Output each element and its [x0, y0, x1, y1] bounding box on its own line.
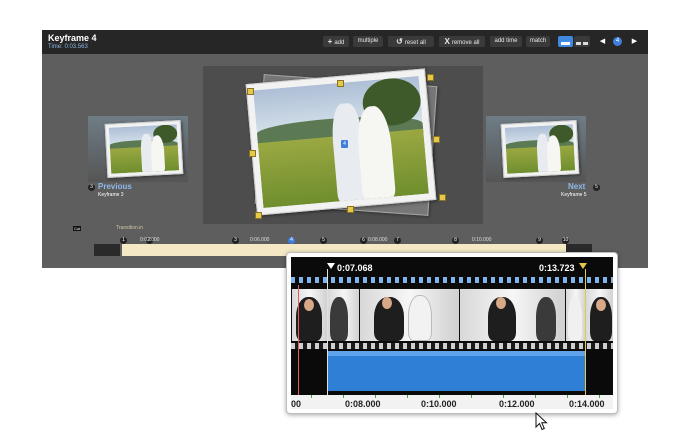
- resize-handle-bottom[interactable]: [347, 206, 354, 213]
- watermark-text: Transition.in: [116, 225, 144, 231]
- keyframe-dot[interactable]: 10: [562, 237, 569, 244]
- scale-label: 0:10.000: [421, 399, 457, 409]
- clip-end-line[interactable]: [585, 269, 586, 395]
- film-sprockets-bottom: [291, 343, 613, 349]
- clip-start-time: 0:07.068: [337, 263, 373, 273]
- video-frame: [565, 289, 586, 341]
- resize-handle-right[interactable]: [433, 136, 440, 143]
- clip-start-line[interactable]: [327, 269, 328, 395]
- resize-handle-bottom-right[interactable]: [439, 194, 446, 201]
- next-link[interactable]: Next: [568, 182, 585, 191]
- keyframe-dot[interactable]: 5: [320, 237, 327, 244]
- multiple-button[interactable]: multiple: [353, 36, 383, 47]
- add-button[interactable]: + add: [323, 36, 349, 47]
- previous-thumbnail: [104, 120, 184, 178]
- selected-clip-highlight: [327, 351, 585, 356]
- mouse-pointer-icon: [535, 412, 548, 431]
- scale-label: 0:14.000: [569, 399, 605, 409]
- keyframe-dot[interactable]: 3: [232, 237, 239, 244]
- preview-stage: 3 Previous Keyframe 3 Next 5 Keyframe 5: [42, 54, 648, 268]
- wedding-photo: [504, 124, 576, 174]
- keyframe-dot[interactable]: 8: [452, 237, 459, 244]
- next-badge: 5: [593, 184, 600, 191]
- keyframe-dot[interactable]: 7: [394, 237, 401, 244]
- split-view-icon: [576, 42, 588, 45]
- ruler-label: 0:10.000: [472, 237, 492, 243]
- time-scale: 00 0:08.000 0:10.000 0:12.000 0:14.000: [291, 395, 613, 409]
- current-time-readout: Time: 0:03.563: [48, 44, 88, 50]
- undo-icon: ↺: [396, 37, 403, 46]
- resize-handle-left[interactable]: [249, 150, 256, 157]
- resize-handle-top[interactable]: [337, 80, 344, 87]
- selected-clip-bar[interactable]: [327, 351, 585, 391]
- plus-icon: +: [327, 37, 333, 46]
- keyframe-dot[interactable]: 1: [120, 237, 127, 244]
- video-frame: [585, 289, 613, 341]
- view-single-button[interactable]: [558, 36, 573, 47]
- previous-badge: 3: [88, 184, 95, 191]
- keyframe-dot-current[interactable]: 4: [288, 237, 295, 244]
- reset-all-button[interactable]: ↺ reset all: [388, 36, 434, 47]
- previous-keyframe-name: Keyframe 3: [98, 192, 124, 198]
- next-keyframe-name: Keyframe 5: [561, 192, 587, 198]
- current-keyframe-badge: 4: [613, 37, 622, 46]
- keyframe-title: Keyframe 4: [48, 33, 97, 43]
- close-icon: X: [444, 37, 450, 46]
- start-marker-icon[interactable]: [327, 263, 335, 269]
- keyframe-anchor-marker[interactable]: 4: [341, 140, 348, 148]
- scale-label: 0:12.000: [499, 399, 535, 409]
- resize-handle-bottom-left[interactable]: [255, 212, 262, 219]
- skip-back-icon: ◀: [599, 38, 606, 45]
- editor-toolbar: Keyframe 4 Time: 0:03.563 + add multiple …: [42, 30, 648, 54]
- video-frame: [291, 289, 328, 341]
- next-keyframe-button[interactable]: ▶: [629, 36, 640, 47]
- playhead-line[interactable]: [298, 285, 299, 395]
- cut-label: Cut: [73, 226, 82, 231]
- film-sprockets-top: [291, 277, 613, 283]
- keyframe-dot[interactable]: 9: [536, 237, 543, 244]
- view-split-button[interactable]: [574, 36, 590, 47]
- video-frame: [459, 289, 566, 341]
- match-button[interactable]: match: [526, 36, 550, 47]
- previous-link[interactable]: Previous: [98, 182, 132, 191]
- next-thumbnail: [500, 120, 580, 178]
- keyframe-dot[interactable]: 6: [360, 237, 367, 244]
- scale-label-partial: 00: [291, 399, 302, 409]
- single-view-icon: [561, 42, 570, 45]
- previous-keyframe-button[interactable]: ◀: [597, 36, 608, 47]
- skip-forward-icon: ▶: [631, 38, 638, 45]
- resize-handle-top-left[interactable]: [247, 88, 254, 95]
- current-keyframe-canvas[interactable]: 4: [203, 66, 483, 224]
- add-time-button[interactable]: add time: [490, 36, 522, 47]
- ruler-label: 0:06.000: [250, 237, 270, 243]
- next-keyframe-preview[interactable]: [486, 116, 586, 182]
- scale-label: 0:08.000: [345, 399, 381, 409]
- video-frame: [359, 289, 460, 341]
- video-frame: [327, 289, 360, 341]
- clip-end-time: 0:13.723: [539, 263, 575, 273]
- wedding-photo: [108, 124, 180, 174]
- zoomed-timeline-panel: 0:07.068 0:13.723 00 0:08.000 0:10.000 0…: [286, 252, 618, 414]
- ruler-label: 0:02.000: [140, 237, 160, 243]
- resize-handle-top-right[interactable]: [427, 74, 434, 81]
- video-thumbnail-strip[interactable]: [291, 289, 613, 341]
- timeline-left-cap: [94, 244, 120, 256]
- zoomed-timeline[interactable]: 0:07.068 0:13.723 00 0:08.000 0:10.000 0…: [291, 257, 613, 409]
- remove-all-button[interactable]: Xremove all: [439, 36, 485, 47]
- ruler-label: 0:08.000: [368, 237, 388, 243]
- previous-keyframe-preview[interactable]: [88, 116, 188, 182]
- keyframe-editor-window: Keyframe 4 Time: 0:03.563 + add multiple …: [42, 30, 648, 268]
